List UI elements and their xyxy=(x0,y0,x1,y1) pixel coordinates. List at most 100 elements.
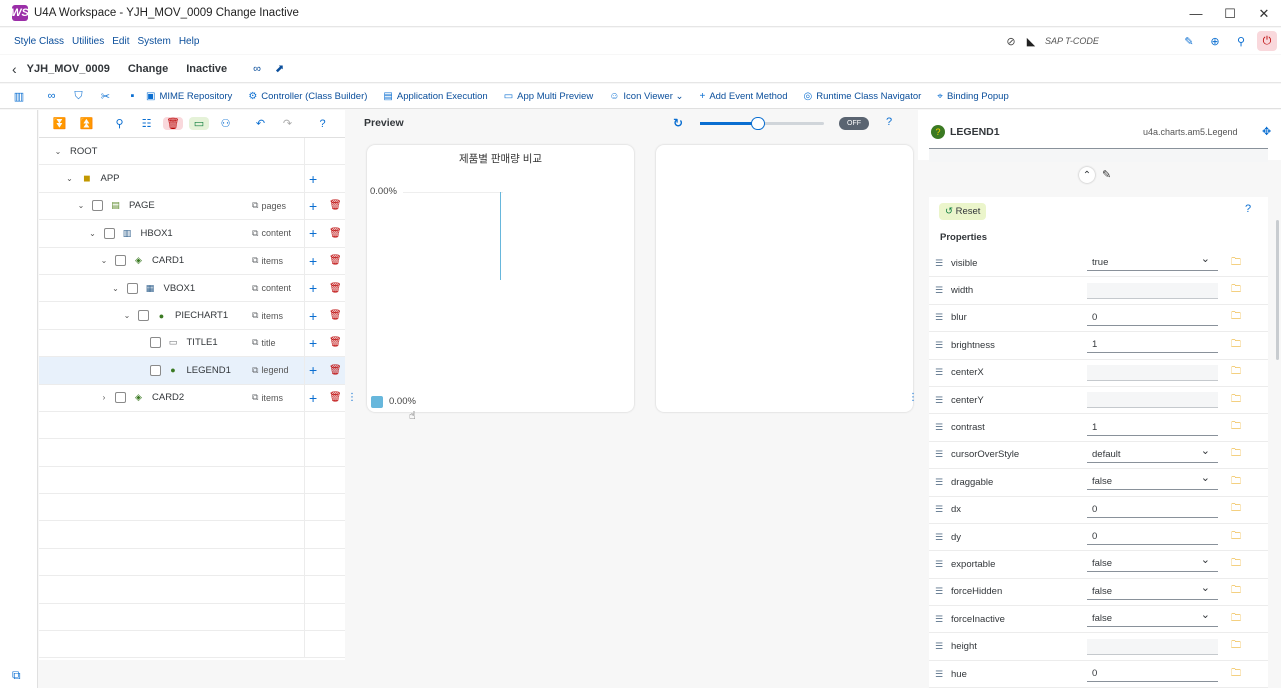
property-info-icon[interactable]: ☰ xyxy=(935,614,943,625)
property-info-icon[interactable]: ☰ xyxy=(935,258,943,269)
delete-icon[interactable]: 🗑 xyxy=(329,337,342,348)
add-child-icon[interactable]: + xyxy=(309,308,317,324)
card1-preview[interactable]: 제품별 판매량 비교 0.00% 0.00% ☝ xyxy=(367,145,634,422)
tree-row[interactable]: ▭ TITLE1 ⧉ title + 🗑 xyxy=(39,329,345,358)
props-help-icon[interactable]: ? xyxy=(1245,203,1251,215)
property-info-icon[interactable]: ☰ xyxy=(935,422,943,433)
delete-node-icon[interactable]: 🗑 xyxy=(163,117,183,130)
delete-icon[interactable]: 🗑 xyxy=(329,200,342,211)
folder-icon[interactable]: 🗀 xyxy=(1231,501,1241,518)
property-info-icon[interactable]: ☰ xyxy=(935,669,943,680)
folder-icon[interactable]: 🗀 xyxy=(1231,638,1241,655)
tree-checkbox[interactable] xyxy=(126,282,138,294)
property-info-icon[interactable]: ☰ xyxy=(935,504,943,515)
reset-button[interactable]: ↺ Reset xyxy=(939,203,987,220)
application-execution-button[interactable]: ▤ Application Execution xyxy=(383,91,487,102)
zoom-slider-handle[interactable] xyxy=(751,117,765,130)
property-info-icon[interactable]: ☰ xyxy=(935,532,943,543)
preview-help-icon[interactable]: ? xyxy=(886,116,892,128)
property-value-input[interactable]: 0 xyxy=(1087,309,1218,326)
delete-icon[interactable]: 🗑 xyxy=(329,228,342,239)
property-value-input[interactable]: 1 xyxy=(1087,419,1218,436)
tree-row[interactable]: ⌄ ◼ APP + xyxy=(39,165,345,193)
tools-icon[interactable]: ✂ xyxy=(92,90,119,103)
property-info-icon[interactable]: ☰ xyxy=(935,586,943,597)
tree-row[interactable]: › ◈ CARD2 ⧉ items + 🗑 xyxy=(39,384,345,412)
tree-checkbox[interactable] xyxy=(138,310,149,322)
menu-help[interactable]: Help xyxy=(179,36,200,47)
tree-row[interactable]: ⌄ ● PIECHART1 ⧉ items + 🗑 xyxy=(39,302,345,330)
search-icon[interactable]: ⚲ xyxy=(1231,31,1251,51)
controller-button[interactable]: ⚙ Controller (Class Builder) xyxy=(248,91,367,102)
add-child-icon[interactable]: + xyxy=(309,171,317,187)
add-child-icon[interactable]: + xyxy=(309,225,317,241)
expand-icon[interactable]: › xyxy=(99,393,109,402)
sidebar-toggle-icon[interactable]: ⧉ xyxy=(12,668,21,683)
refresh-icon[interactable]: ↻ xyxy=(673,116,683,130)
folder-icon[interactable]: 🗀 xyxy=(1231,337,1241,354)
menu-system[interactable]: System xyxy=(137,36,170,47)
display-icon[interactable]: ∞ xyxy=(38,90,65,102)
tree-row[interactable]: ● LEGEND1 ⧉ legend + 🗑 xyxy=(39,357,345,385)
collapse-all-icon[interactable]: ⏫ xyxy=(73,117,100,130)
navigate-icon[interactable]: ✥ xyxy=(1262,125,1271,138)
icon-viewer-button[interactable]: ☺ Icon Viewer ⌄ xyxy=(609,91,683,102)
expand-icon[interactable]: ⌄ xyxy=(111,284,121,293)
delete-icon[interactable]: 🗑 xyxy=(329,392,342,403)
folder-icon[interactable]: 🗀 xyxy=(1231,556,1241,573)
property-value-select[interactable]: false xyxy=(1087,553,1218,573)
tree-search-icon[interactable]: ⚲ xyxy=(106,117,133,130)
binoculars-icon[interactable]: ∞ xyxy=(253,63,261,75)
menu-utilities[interactable]: Utilities xyxy=(72,36,104,47)
property-info-icon[interactable]: ☰ xyxy=(935,559,943,570)
add-child-icon[interactable]: + xyxy=(309,198,317,214)
redo-icon[interactable]: ↷ xyxy=(274,117,301,130)
property-value-select[interactable]: false xyxy=(1087,608,1218,628)
property-info-icon[interactable]: ☰ xyxy=(935,641,943,652)
expand-icon[interactable]: ⌄ xyxy=(99,256,109,265)
user-icon[interactable]: ⚇ xyxy=(212,117,239,130)
property-value-input[interactable]: 0 xyxy=(1087,501,1218,518)
folder-icon[interactable]: 🗀 xyxy=(1231,282,1241,299)
tree-row[interactable]: ⌄ ROOT xyxy=(39,138,345,166)
tree-row[interactable]: ⌄ ▦ VBOX1 ⧉ content + 🗑 xyxy=(39,274,345,303)
collapse-header-button[interactable]: ⌃ xyxy=(1079,167,1095,183)
layout-icon[interactable]: ▥ xyxy=(0,90,38,103)
tree-structure-icon[interactable]: ☷ xyxy=(133,117,160,130)
add-event-method-button[interactable]: + Add Event Method xyxy=(699,91,787,102)
resize-handle-left[interactable]: ⋮ xyxy=(347,392,357,403)
zoom-in-icon[interactable]: ⊕ xyxy=(1205,31,1225,51)
preview-toggle[interactable]: OFF xyxy=(839,117,869,130)
tree-checkbox[interactable] xyxy=(149,337,161,349)
copy-node-icon[interactable]: ▭ xyxy=(189,117,209,130)
maximize-button[interactable]: ☐ xyxy=(1213,0,1247,27)
check-icon[interactable]: ⛉ xyxy=(65,90,92,103)
property-value-select[interactable]: default xyxy=(1087,444,1218,463)
folder-icon[interactable]: 🗀 xyxy=(1231,474,1241,491)
tree-row[interactable]: ⌄ ▥ HBOX1 ⧉ content + 🗑 xyxy=(39,220,345,248)
props-scrollbar[interactable] xyxy=(1276,220,1279,360)
property-value-input[interactable] xyxy=(1087,392,1218,409)
close-button[interactable]: ✕ xyxy=(1247,0,1281,27)
runtime-class-navigator-button[interactable]: ◎ Runtime Class Navigator xyxy=(803,91,921,102)
back-button[interactable]: ‹ xyxy=(12,61,17,77)
power-icon[interactable]: ⏻ xyxy=(1257,31,1277,51)
property-value-input[interactable]: 1 xyxy=(1087,337,1218,354)
minimize-button[interactable]: — xyxy=(1179,0,1213,27)
tree-row[interactable]: ⌄ ◈ CARD1 ⧉ items + 🗑 xyxy=(39,247,345,275)
tree-checkbox[interactable] xyxy=(92,200,103,212)
tcode-field[interactable]: SAP T-CODE xyxy=(1045,36,1175,46)
property-value-input[interactable] xyxy=(1087,282,1218,299)
property-info-icon[interactable]: ☰ xyxy=(935,340,943,351)
folder-icon[interactable]: 🗀 xyxy=(1231,392,1241,409)
tree-checkbox[interactable] xyxy=(103,227,115,239)
menu-edit[interactable]: Edit xyxy=(112,36,129,47)
property-value-input[interactable]: 0 xyxy=(1087,666,1218,683)
property-info-icon[interactable]: ☰ xyxy=(935,367,943,378)
add-child-icon[interactable]: + xyxy=(309,280,317,296)
eye-slash-icon[interactable]: ⊘ xyxy=(1001,31,1021,51)
property-value-input[interactable] xyxy=(1087,364,1218,381)
property-info-icon[interactable]: ☰ xyxy=(935,449,943,460)
add-child-icon[interactable]: + xyxy=(309,335,317,351)
card2-preview[interactable] xyxy=(656,145,913,412)
